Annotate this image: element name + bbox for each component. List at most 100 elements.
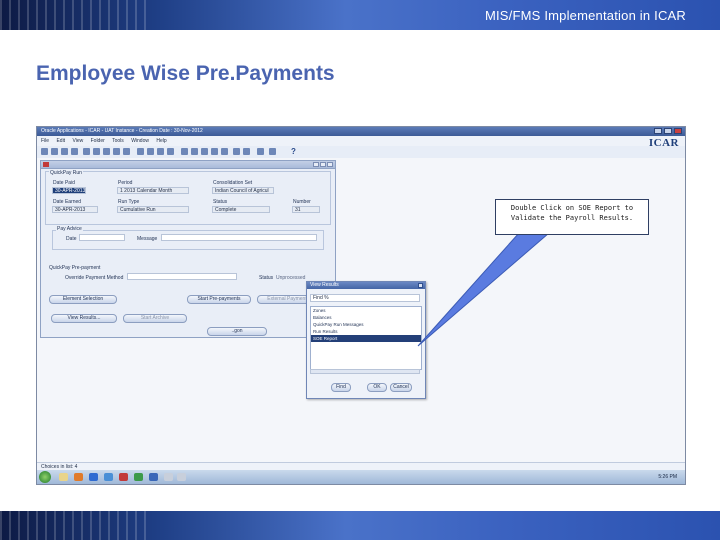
form-minimize-icon[interactable] (313, 162, 319, 167)
attachments-icon[interactable] (233, 148, 240, 155)
override-payment-field[interactable] (127, 273, 237, 280)
quickpay-form-window: QuickPay Run Date Paid 30-APR-2013 Perio… (40, 160, 336, 338)
pay-advice-label: Pay Advice (56, 226, 83, 232)
print-icon[interactable] (71, 148, 78, 155)
status-field[interactable]: Complete (212, 206, 270, 213)
list-item[interactable]: Run Results (311, 328, 421, 335)
consolidation-set-label: Consolidation Set (213, 180, 253, 186)
find-field[interactable]: Find % (310, 294, 420, 302)
attachment-icon[interactable] (123, 148, 130, 155)
edit-field-icon[interactable] (211, 148, 218, 155)
menu-edit[interactable]: Edit (56, 138, 65, 144)
message-field[interactable] (161, 234, 317, 241)
media-player-icon[interactable] (74, 473, 83, 481)
footer-stripes-decoration (0, 511, 150, 540)
clear-icon[interactable] (157, 148, 164, 155)
excel-icon[interactable] (134, 473, 143, 481)
app-window-title: Oracle Applications - ICAR - UAT Instanc… (41, 128, 203, 134)
results-list[interactable]: Zones Balances QuickPay Run Messages Run… (310, 306, 422, 370)
copy-icon[interactable] (191, 148, 198, 155)
horizontal-scrollbar[interactable] (310, 369, 420, 374)
menu-help[interactable]: Help (156, 138, 166, 144)
list-item[interactable]: Balances (311, 314, 421, 321)
header-stripes-decoration (0, 0, 150, 30)
navigate-icon[interactable] (51, 148, 58, 155)
list-item[interactable]: QuickPay Run Messages (311, 321, 421, 328)
close-icon[interactable] (674, 128, 682, 134)
task-icon[interactable] (164, 473, 173, 481)
browser-icon[interactable] (89, 473, 98, 481)
minimize-icon[interactable] (654, 128, 662, 134)
view-results-button[interactable]: View Results... (51, 314, 117, 323)
advice-date-field[interactable] (79, 234, 125, 241)
run-type-field[interactable]: Cumulative Run (117, 206, 189, 213)
explorer-icon[interactable] (59, 473, 68, 481)
list-item[interactable]: Zones (311, 307, 421, 314)
oracle-form-icon (43, 162, 49, 167)
callout-box: Double Click on SOE Report to Validate t… (495, 199, 649, 235)
menu-view[interactable]: View (72, 138, 83, 144)
forward-icon[interactable] (147, 148, 154, 155)
form-window-controls (312, 162, 333, 169)
quickpay-run-label: QuickPay Run (49, 170, 83, 176)
menu-tools[interactable]: Tools (112, 138, 124, 144)
menu-folder[interactable]: Folder (91, 138, 105, 144)
menu-file[interactable]: File (41, 138, 49, 144)
ok-button[interactable]: OK (367, 383, 387, 392)
folder-icon[interactable] (93, 148, 100, 155)
zoom-icon[interactable] (61, 148, 68, 155)
form-close-icon[interactable] (327, 162, 333, 167)
find-button[interactable]: Find (331, 383, 351, 392)
app-icon[interactable] (119, 473, 128, 481)
quickpay-run-section (45, 171, 331, 225)
partial-hidden-button[interactable]: ..gon (207, 327, 267, 336)
windows-taskbar: 5:26 PM (37, 470, 685, 484)
number-field[interactable]: 31 (292, 206, 320, 213)
date-earned-label: Date Earned (53, 199, 82, 205)
delete-icon[interactable] (167, 148, 174, 155)
refresh-icon[interactable] (113, 148, 120, 155)
date-paid-label: Date Paid (53, 180, 75, 186)
menu-window[interactable]: Window (131, 138, 149, 144)
prepayment-section-label: QuickPay Pre-payment (49, 265, 101, 271)
start-archive-button[interactable]: Start Archive (123, 314, 187, 323)
form-maximize-icon[interactable] (320, 162, 326, 167)
form-titlebar (41, 161, 335, 169)
number-label: Number (293, 199, 311, 205)
dialog-close-icon[interactable] (418, 283, 423, 288)
slide-footer-band (0, 511, 720, 540)
status-label: Status (213, 199, 228, 205)
period-field[interactable]: 1 2013 Calendar Month (117, 187, 189, 194)
period-label: Period (118, 180, 133, 186)
new-record-icon[interactable] (103, 148, 110, 155)
date-paid-field[interactable]: 30-APR-2013 (52, 187, 86, 194)
find-icon[interactable] (83, 148, 90, 155)
outlook-icon[interactable] (104, 473, 113, 481)
page-title: Employee Wise Pre.Payments (36, 62, 335, 85)
zoom-record-icon[interactable] (269, 148, 276, 155)
app-window-titlebar: Oracle Applications - ICAR - UAT Instanc… (37, 127, 685, 136)
start-prepayments-button[interactable]: Start Pre-payments (187, 295, 251, 304)
maximize-icon[interactable] (664, 128, 672, 134)
back-icon[interactable] (137, 148, 144, 155)
folder-tools-icon[interactable] (243, 148, 250, 155)
run-type-label: Run Type (118, 199, 140, 205)
save-icon[interactable] (41, 148, 48, 155)
cut-icon[interactable] (181, 148, 188, 155)
paste-icon[interactable] (201, 148, 208, 155)
list-item-selected[interactable]: SOE Report (311, 335, 421, 342)
consolidation-set-field[interactable]: Indian Council of Agricul (212, 187, 274, 194)
element-selection-button[interactable]: Element Selection (49, 295, 117, 304)
date-earned-field[interactable]: 30-APR-2013 (52, 206, 98, 213)
cancel-button[interactable]: Cancel (390, 383, 412, 392)
view-results-dialog: View Results Find % Zones Balances Quick… (306, 281, 426, 399)
help-icon[interactable]: ? (291, 147, 296, 156)
window-icon[interactable] (257, 148, 264, 155)
slide-header-band: MIS/FMS Implementation in ICAR (0, 0, 720, 30)
translation-icon[interactable] (221, 148, 228, 155)
advice-date-label: Date (66, 236, 77, 242)
word-icon[interactable] (149, 473, 158, 481)
message-label: Message (137, 236, 158, 242)
start-button-icon[interactable] (39, 471, 51, 483)
task-icon[interactable] (177, 473, 186, 481)
